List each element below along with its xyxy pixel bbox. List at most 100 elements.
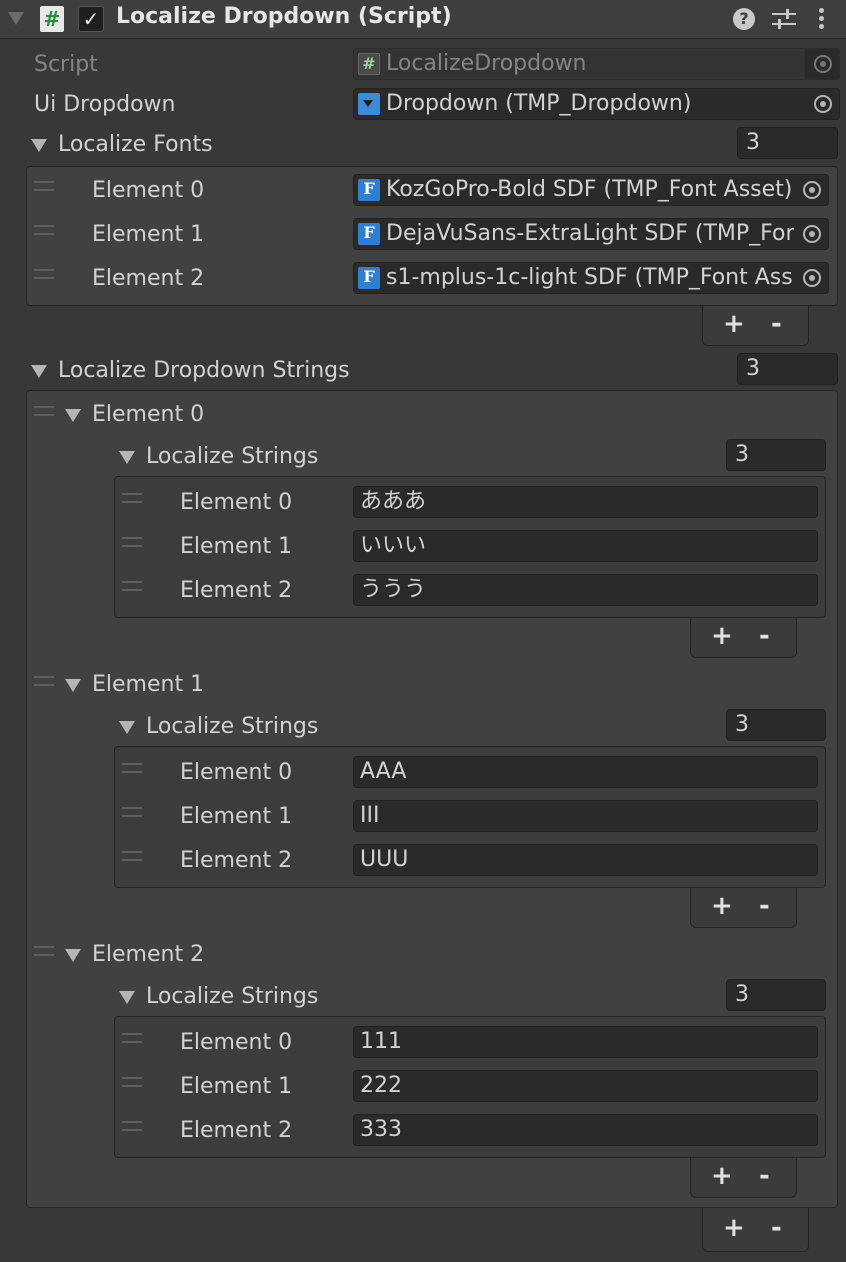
drag-handle-icon[interactable]	[34, 406, 54, 416]
kebab-menu-icon[interactable]	[818, 8, 826, 32]
string-field[interactable]: いいい	[353, 530, 818, 562]
font-asset-field[interactable]: F KozGoPro-Bold SDF (TMP_Font Asset)	[353, 174, 829, 206]
drag-handle-icon[interactable]	[122, 493, 142, 503]
component-header: # ✓ Localize Dropdown (Script) ?	[0, 0, 846, 39]
remove-element-button[interactable]: -	[771, 309, 782, 339]
script-field: # LocalizeDropdown	[353, 48, 840, 80]
drag-handle-icon[interactable]	[122, 1077, 142, 1087]
string-field[interactable]: AAA	[353, 756, 818, 788]
font-asset-icon: F	[358, 223, 380, 245]
drag-handle-icon[interactable]	[34, 269, 54, 279]
drag-handle-icon[interactable]	[122, 807, 142, 817]
list-item-label: Element 2	[180, 1118, 293, 1143]
script-value: LocalizeDropdown	[386, 51, 587, 76]
remove-element-button[interactable]: -	[771, 1213, 782, 1243]
list-item-label: Element 1	[180, 804, 293, 829]
drag-handle-icon[interactable]	[122, 763, 142, 773]
component-title: Localize Dropdown (Script)	[116, 4, 452, 29]
font-asset-value: s1-mplus-1c-light SDF (TMP_Font Asset)	[386, 265, 824, 290]
ui-dropdown-value: Dropdown (TMP_Dropdown)	[386, 91, 692, 116]
drag-handle-icon[interactable]	[34, 676, 54, 686]
localize-fonts-count[interactable]: 3	[737, 127, 838, 159]
script-label: Script	[34, 52, 98, 77]
localize-strings-count[interactable]: 3	[726, 979, 826, 1011]
list-item-label: Element 0	[92, 178, 205, 203]
drag-handle-icon[interactable]	[122, 537, 142, 547]
drag-handle-icon[interactable]	[122, 1121, 142, 1131]
add-element-button[interactable]: +	[711, 621, 733, 651]
script-icon: #	[40, 6, 64, 32]
foldout-arrow-icon[interactable]	[65, 679, 81, 692]
list-item-label: Element 0	[180, 760, 293, 785]
list-item-label: Element 2	[180, 848, 293, 873]
object-picker-icon[interactable]	[794, 263, 828, 293]
localize-fonts-label[interactable]: Localize Fonts	[58, 132, 213, 157]
string-field[interactable]: 333	[353, 1114, 818, 1146]
list-add-remove: + -	[702, 306, 809, 346]
string-field[interactable]: ううう	[353, 574, 818, 606]
object-picker-icon[interactable]	[805, 89, 839, 119]
drag-handle-icon[interactable]	[34, 946, 54, 956]
string-field[interactable]: III	[353, 800, 818, 832]
enabled-checkbox[interactable]: ✓	[78, 6, 104, 32]
foldout-arrow-icon[interactable]	[31, 139, 47, 152]
font-asset-icon: F	[358, 267, 380, 289]
remove-element-button[interactable]: -	[759, 891, 770, 921]
hash-icon: #	[358, 53, 380, 75]
drag-handle-icon[interactable]	[122, 581, 142, 591]
foldout-arrow-icon[interactable]	[65, 409, 81, 422]
list-item-label: Element 2	[92, 266, 205, 291]
font-asset-field[interactable]: F DejaVuSans-ExtraLight SDF (TMP_Font As…	[353, 218, 829, 250]
font-asset-value: KozGoPro-Bold SDF (TMP_Font Asset)	[386, 177, 793, 202]
list-add-remove: + -	[702, 1208, 809, 1252]
localize-strings-label[interactable]: Localize Strings	[146, 984, 318, 1009]
foldout-arrow-icon[interactable]	[119, 451, 135, 464]
font-asset-field[interactable]: F s1-mplus-1c-light SDF (TMP_Font Asset)	[353, 262, 829, 294]
foldout-arrow-icon[interactable]	[119, 721, 135, 734]
foldout-arrow-icon[interactable]	[119, 991, 135, 1004]
collapse-arrow-icon[interactable]	[8, 12, 24, 25]
localize-strings-label[interactable]: Localize Strings	[146, 714, 318, 739]
string-field[interactable]: あああ	[353, 486, 818, 518]
element-label[interactable]: Element 0	[92, 402, 204, 427]
foldout-arrow-icon[interactable]	[31, 365, 47, 378]
element-label[interactable]: Element 1	[92, 672, 204, 697]
string-field[interactable]: 111	[353, 1026, 818, 1058]
localize-strings-count[interactable]: 3	[726, 439, 826, 471]
list-item-label: Element 1	[92, 222, 205, 247]
add-element-button[interactable]: +	[711, 891, 733, 921]
ui-dropdown-label: Ui Dropdown	[34, 92, 176, 117]
list-add-remove: + -	[690, 1158, 797, 1198]
object-picker-icon	[805, 49, 839, 79]
localize-strings-label[interactable]: Localize Strings	[146, 444, 318, 469]
list-add-remove: + -	[690, 618, 797, 658]
remove-element-button[interactable]: -	[759, 1161, 770, 1191]
sliders-icon[interactable]	[772, 8, 796, 30]
drag-handle-icon[interactable]	[122, 1033, 142, 1043]
drag-handle-icon[interactable]	[122, 851, 142, 861]
object-picker-icon[interactable]	[794, 175, 828, 205]
string-field[interactable]: 222	[353, 1070, 818, 1102]
ui-dropdown-field[interactable]: Dropdown (TMP_Dropdown)	[353, 88, 840, 120]
string-field[interactable]: UUU	[353, 844, 818, 876]
add-element-button[interactable]: +	[723, 1213, 745, 1243]
object-picker-icon[interactable]	[794, 219, 828, 249]
localize-dropdown-strings-count[interactable]: 3	[737, 353, 838, 385]
list-item-label: Element 1	[180, 534, 293, 559]
drag-handle-icon[interactable]	[34, 225, 54, 235]
font-asset-icon: F	[358, 179, 380, 201]
list-item-label: Element 0	[180, 490, 293, 515]
foldout-arrow-icon[interactable]	[65, 949, 81, 962]
localize-strings-count[interactable]: 3	[726, 709, 826, 741]
drag-handle-icon[interactable]	[34, 181, 54, 191]
font-asset-value: DejaVuSans-ExtraLight SDF (TMP_Font Asse…	[386, 221, 828, 246]
add-element-button[interactable]: +	[711, 1161, 733, 1191]
list-item-label: Element 0	[180, 1030, 293, 1055]
list-item-label: Element 2	[180, 578, 293, 603]
element-label[interactable]: Element 2	[92, 942, 204, 967]
localize-dropdown-strings-label[interactable]: Localize Dropdown Strings	[58, 358, 350, 383]
add-element-button[interactable]: +	[723, 309, 745, 339]
help-icon[interactable]: ?	[733, 8, 755, 30]
list-add-remove: + -	[690, 888, 797, 928]
remove-element-button[interactable]: -	[759, 621, 770, 651]
